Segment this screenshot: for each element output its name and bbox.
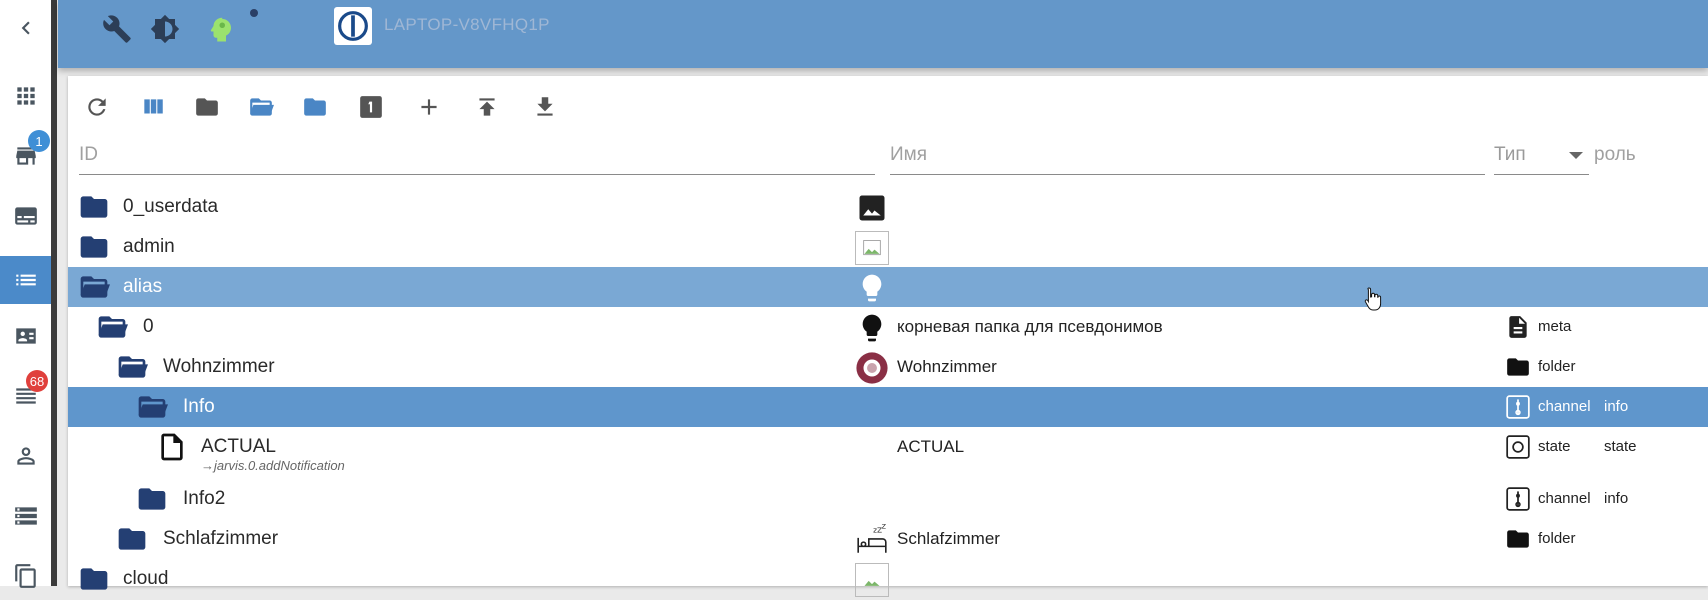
table-row[interactable]: Info channel info [68, 387, 1708, 427]
alias-target: →jarvis.0.addNotification [201, 458, 345, 473]
meta-file-icon [1504, 313, 1532, 341]
table-row[interactable]: Wohnzimmer Wohnzimmer folder [68, 347, 1708, 387]
id-filter-input[interactable] [79, 140, 875, 170]
hostname: LAPTOP-V8VFHQ1P [384, 15, 550, 34]
brightness-icon[interactable] [148, 12, 182, 46]
expert-mode-dot [250, 9, 258, 17]
hosts-icon[interactable] [0, 496, 51, 536]
table-row[interactable]: 0_userdata [68, 187, 1708, 227]
expert-mode-icon[interactable] [204, 12, 238, 46]
object-role: info [1604, 398, 1629, 415]
role-filter-input[interactable] [1594, 140, 1708, 170]
role-filter[interactable] [1594, 140, 1708, 174]
table-row[interactable]: admin [68, 227, 1708, 267]
lightbulb-icon [855, 271, 889, 305]
name-filter-input[interactable] [890, 140, 1485, 170]
type-filter-label: Тип [1494, 144, 1526, 165]
table-row[interactable]: cloud [68, 559, 1708, 599]
object-id: Info [183, 396, 215, 417]
object-name: ACTUAL [897, 437, 965, 456]
object-type: meta [1538, 318, 1572, 335]
table-row[interactable]: Schlafzimmer zZ Z Schlafzimmer folder [68, 519, 1708, 559]
bed-icon: zZ Z [855, 523, 889, 557]
object-role: info [1604, 490, 1629, 507]
app-header: LAPTOP-V8VFHQ1P [58, 0, 1708, 68]
object-type: folder [1538, 358, 1576, 375]
table-row[interactable]: ACTUAL →jarvis.0.addNotification ACTUAL … [68, 427, 1708, 479]
object-type: channel [1538, 490, 1591, 507]
users-icon[interactable] [0, 436, 51, 476]
file-icon[interactable] [156, 431, 188, 463]
room-icon [855, 351, 889, 385]
object-role: state [1604, 438, 1637, 455]
files-icon[interactable] [0, 556, 51, 596]
svg-text:Z: Z [882, 523, 887, 530]
expand-icon[interactable] [246, 92, 276, 122]
table-row[interactable]: alias [68, 267, 1708, 307]
sidebar: 1 68 [0, 0, 57, 588]
collapse-icon[interactable] [0, 8, 51, 48]
type-filter[interactable]: Тип [1494, 140, 1589, 175]
instances-icon[interactable] [0, 196, 51, 236]
table-row[interactable]: 0 корневая папка для псевдонимов meta [68, 307, 1708, 347]
state-icon [1504, 433, 1532, 461]
object-name: Schlafzimmer [897, 529, 1000, 548]
enums-icon[interactable] [0, 316, 51, 356]
adapters-badge: 1 [28, 130, 50, 152]
object-id: 0_userdata [123, 196, 219, 217]
object-name: Wohnzimmer [897, 357, 997, 376]
folder-icon[interactable] [136, 483, 168, 515]
folder-icon [1504, 525, 1532, 553]
columns-icon[interactable] [138, 92, 168, 122]
refresh-icon[interactable] [82, 92, 112, 122]
folder-open-icon[interactable] [96, 311, 128, 343]
object-type: state [1538, 438, 1571, 455]
image-icon [855, 191, 889, 225]
lightbulb-icon [855, 311, 889, 345]
add-icon[interactable] [414, 92, 444, 122]
download-icon[interactable] [530, 92, 560, 122]
folder-open-icon[interactable] [78, 271, 110, 303]
folder-icon [1504, 353, 1532, 381]
table-row[interactable]: Info2 channel info [68, 479, 1708, 519]
folder-open-icon[interactable] [136, 391, 168, 423]
object-id: Info2 [183, 488, 226, 509]
apps-icon[interactable] [0, 76, 51, 116]
folder-icon[interactable] [78, 231, 110, 263]
object-id: Schlafzimmer [163, 528, 279, 549]
object-id: admin [123, 236, 175, 257]
wrench-icon[interactable] [100, 12, 134, 46]
folder-open-icon[interactable] [116, 351, 148, 383]
chevron-down-icon [1569, 152, 1583, 159]
object-id: ACTUAL [201, 436, 276, 457]
folder-icon[interactable] [116, 523, 148, 555]
channel-icon [1504, 485, 1532, 513]
folder-icon[interactable] [300, 92, 330, 122]
object-type: channel [1538, 398, 1591, 415]
broken-image-icon [855, 563, 889, 597]
channel-icon [1504, 393, 1532, 421]
logs-badge: 68 [26, 370, 48, 392]
object-name: корневая папка для псевдонимов [897, 317, 1163, 336]
folder-icon[interactable] [78, 563, 110, 595]
folder-icon[interactable] [78, 191, 110, 223]
object-id: 0 [143, 316, 154, 337]
hand-cursor-icon [1364, 287, 1382, 311]
object-id: alias [123, 276, 163, 297]
upload-icon[interactable] [472, 92, 502, 122]
id-filter[interactable] [79, 140, 875, 175]
broken-image-icon [855, 231, 889, 265]
object-id: Wohnzimmer [163, 356, 275, 377]
collapse-all-icon[interactable] [192, 92, 222, 122]
object-id: cloud [123, 568, 169, 589]
iobroker-logo[interactable] [334, 7, 372, 45]
object-type: folder [1538, 530, 1576, 547]
objects-panel: Тип 0_userdata admin alias [68, 76, 1708, 597]
one-level-icon[interactable] [356, 92, 386, 122]
name-filter[interactable] [890, 140, 1485, 175]
objects-icon[interactable] [0, 256, 51, 304]
